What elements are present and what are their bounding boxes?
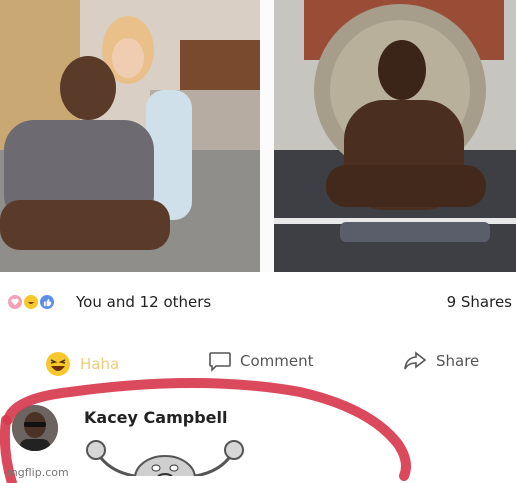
comment-button[interactable]: Comment [208,350,314,372]
post-photos[interactable] [0,0,516,272]
comment-author[interactable]: Kacey Campbell [84,408,227,427]
photo-couple[interactable] [0,0,260,272]
photo-divider [260,0,274,272]
reaction-icons[interactable] [6,291,56,313]
avatar[interactable] [12,405,58,451]
photo-armless-man[interactable] [274,0,516,272]
haha-icon [44,350,72,378]
shares-count[interactable]: 9 Shares [447,293,512,311]
rock-creature-sticker [86,440,244,476]
share-label: Share [436,352,480,370]
photo-couple-illustration [0,0,260,272]
reactors-summary[interactable]: You and 12 others [76,293,211,311]
haha-button[interactable]: Haha [44,350,119,378]
photo-armless-man-illustration [274,0,516,272]
comment-label: Comment [240,352,314,370]
avatar-image [12,405,58,451]
share-button[interactable]: Share [402,350,479,372]
like-icon [38,293,56,311]
comment-icon [208,350,232,372]
watermark: imgflip.com [4,466,69,479]
haha-label: Haha [80,355,120,373]
share-arrow-icon [402,350,428,372]
